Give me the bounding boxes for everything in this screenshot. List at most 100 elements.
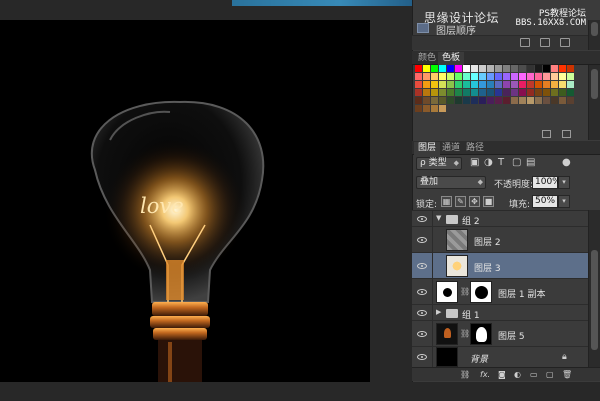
color-swatch[interactable] [503,73,511,81]
color-swatch[interactable] [535,65,543,73]
color-swatch[interactable] [431,81,439,89]
color-swatch[interactable] [463,89,471,97]
color-swatch[interactable] [519,73,527,81]
layer-row-group-1[interactable]: ▶ 组 1 [412,305,588,321]
color-swatch[interactable] [423,73,431,81]
color-swatch[interactable] [503,97,511,105]
color-swatch[interactable] [487,65,495,73]
filter-toggle-icon[interactable]: ● [562,157,571,169]
color-swatch[interactable] [567,97,575,105]
color-swatch[interactable] [431,65,439,73]
color-swatch[interactable] [543,81,551,89]
mask-link-icon[interactable]: ⛓ [460,287,470,296]
layer-filter-dropdown[interactable]: ρ 类型 ◆ [416,157,462,170]
color-swatch[interactable] [519,65,527,73]
color-swatch[interactable] [431,89,439,97]
layers-scrollbar[interactable] [588,210,600,367]
color-swatch[interactable] [527,89,535,97]
color-swatch[interactable] [535,97,543,105]
color-swatch[interactable] [559,97,567,105]
color-swatch[interactable] [431,73,439,81]
opacity-slider-toggle[interactable]: ▾ [558,176,570,189]
color-swatch[interactable] [535,73,543,81]
color-swatch[interactable] [455,89,463,97]
color-swatch[interactable] [567,65,575,73]
color-swatch[interactable] [471,73,479,81]
color-swatch[interactable] [567,81,575,89]
color-swatch[interactable] [423,97,431,105]
color-swatch[interactable] [543,73,551,81]
lock-transparency-icon[interactable]: ▦ [441,196,452,207]
color-swatch[interactable] [535,89,543,97]
color-swatch[interactable] [551,81,559,89]
color-swatch[interactable] [447,65,455,73]
color-swatch[interactable] [463,81,471,89]
swatches-scrollbar[interactable] [588,65,600,140]
fill-field[interactable]: 50% [532,195,558,208]
color-swatch[interactable] [439,73,447,81]
color-swatch[interactable] [511,89,519,97]
color-swatch[interactable] [479,65,487,73]
color-swatch[interactable] [455,65,463,73]
adjustment-layer-icon[interactable]: ◐ [514,370,521,379]
layer-row-layer-2[interactable]: 图层 2 [412,227,588,253]
layer-row-layer-1-copy[interactable]: ⛓ 图层 1 副本 [412,279,588,305]
color-swatch[interactable] [415,97,423,105]
add-style-fx-icon[interactable]: fx. [480,370,490,379]
color-swatch[interactable] [519,89,527,97]
color-swatch[interactable] [471,89,479,97]
color-swatch[interactable] [415,73,423,81]
swatches-scroll-thumb[interactable] [591,69,598,99]
color-swatch[interactable] [447,97,455,105]
color-swatch[interactable] [527,81,535,89]
visibility-eye-icon[interactable] [417,237,427,243]
color-swatch[interactable] [495,73,503,81]
color-swatch[interactable] [495,97,503,105]
color-swatch[interactable] [447,73,455,81]
color-swatch[interactable] [519,97,527,105]
filter-type-icon[interactable]: T [498,157,504,169]
color-swatch[interactable] [415,105,423,113]
color-swatch[interactable] [487,73,495,81]
lock-move-icon[interactable]: ✥ [469,196,480,207]
delete-layer-icon[interactable]: 🗑︎ [562,370,572,379]
color-swatch[interactable] [567,73,575,81]
color-swatch[interactable] [503,65,511,73]
color-swatch[interactable] [415,89,423,97]
tab-paths[interactable]: 路径 [462,142,488,155]
swatch-trash-icon[interactable] [562,130,571,138]
color-swatch[interactable] [415,81,423,89]
visibility-eye-icon[interactable] [417,354,427,360]
filter-pixel-icon[interactable]: ▣ [470,157,479,169]
layer-row-layer-3[interactable]: 图层 3 [412,253,588,279]
color-swatch[interactable] [551,73,559,81]
link-layers-icon[interactable]: ⛓ [460,370,470,379]
color-swatch[interactable] [487,81,495,89]
camera-icon[interactable] [540,38,550,47]
group-collapsed-arrow-icon[interactable]: ▶ [436,308,441,316]
color-swatch[interactable] [447,81,455,89]
blend-mode-dropdown[interactable]: 叠加 ◆ [416,176,486,189]
color-swatch[interactable] [431,97,439,105]
color-swatch[interactable] [503,81,511,89]
color-swatch[interactable] [439,81,447,89]
color-swatch[interactable] [543,89,551,97]
color-swatch[interactable] [559,81,567,89]
color-swatch[interactable] [551,65,559,73]
color-swatch[interactable] [463,73,471,81]
color-swatch[interactable] [527,65,535,73]
color-swatch[interactable] [423,89,431,97]
visibility-eye-icon[interactable] [417,216,427,222]
layers-scroll-thumb[interactable] [591,250,598,350]
color-swatch[interactable] [511,81,519,89]
color-swatch[interactable] [423,65,431,73]
color-swatch[interactable] [535,81,543,89]
color-swatch[interactable] [543,65,551,73]
lock-paint-icon[interactable]: ✎ [455,196,466,207]
visibility-eye-icon[interactable] [417,331,427,337]
color-swatch[interactable] [479,73,487,81]
color-swatch[interactable] [551,89,559,97]
color-swatch[interactable] [479,89,487,97]
color-swatch[interactable] [431,105,439,113]
group-expand-arrow-icon[interactable]: ▼ [436,214,441,222]
